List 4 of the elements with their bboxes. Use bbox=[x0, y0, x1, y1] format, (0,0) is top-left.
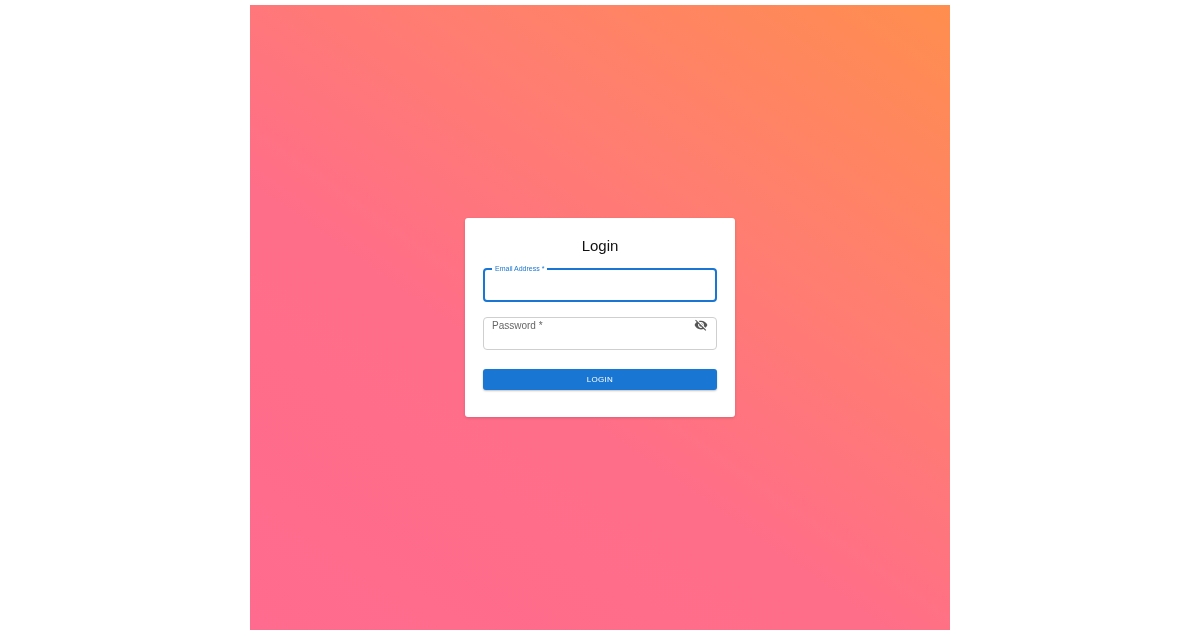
login-button[interactable]: LOGIN bbox=[483, 369, 717, 390]
password-field[interactable]: Password * bbox=[483, 317, 717, 350]
eye-off-icon[interactable] bbox=[694, 318, 708, 332]
card-title: Login bbox=[580, 236, 620, 256]
